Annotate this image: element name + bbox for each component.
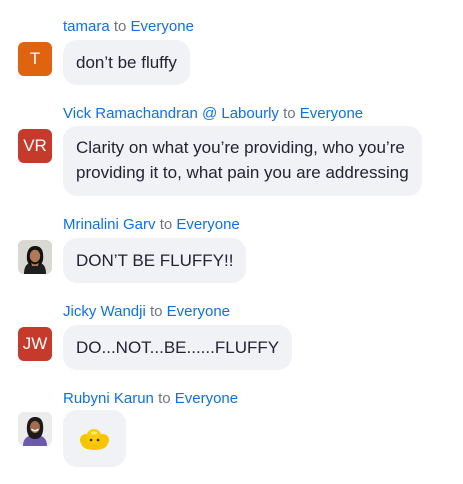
sender-name[interactable]: Mrinalini Garv — [63, 216, 156, 233]
message-header: Mrinalini Garv to Everyone — [63, 216, 240, 234]
avatar: T — [18, 42, 52, 76]
chat-message-list: tamara to Everyone T don’t be fluffy Vic… — [0, 0, 463, 484]
message-header: tamara to Everyone — [63, 18, 194, 36]
message-line: providing it to, what pain you are addre… — [76, 163, 409, 182]
recipient-name[interactable]: Everyone — [175, 390, 238, 407]
sender-name[interactable]: Rubyni Karun — [63, 390, 154, 407]
profile-photo-icon — [18, 240, 52, 274]
yellow-cloud-emoji-icon — [80, 429, 109, 450]
to-label: to — [149, 303, 163, 320]
message-bubble: don’t be fluffy — [63, 40, 190, 85]
message-line: Clarity on what you’re providing, who yo… — [76, 138, 405, 157]
sender-name[interactable]: Jicky Wandji — [63, 303, 146, 320]
profile-photo-icon — [18, 412, 52, 446]
message-header: Vick Ramachandran @ Labourly to Everyone — [63, 105, 363, 123]
sender-name[interactable]: Vick Ramachandran @ Labourly — [63, 105, 279, 122]
message-bubble: DON’T BE FLUFFY!! — [63, 238, 247, 283]
recipient-name[interactable]: Everyone — [300, 105, 363, 122]
message-bubble: Clarity on what you’re providing, who yo… — [63, 126, 422, 196]
sender-name[interactable]: tamara — [63, 18, 110, 35]
avatar: JW — [18, 327, 52, 361]
message-header: Jicky Wandji to Everyone — [63, 303, 230, 321]
message-header: Rubyni Karun to Everyone — [63, 390, 238, 408]
recipient-name[interactable]: Everyone — [167, 303, 230, 320]
message-bubble: DO...NOT...BE......FLUFFY — [63, 325, 293, 370]
recipient-name[interactable]: Everyone — [176, 216, 239, 233]
to-label: to — [283, 105, 296, 122]
avatar: VR — [18, 129, 52, 163]
to-label: to — [113, 18, 127, 35]
message-bubble — [63, 410, 126, 467]
recipient-name[interactable]: Everyone — [131, 18, 194, 35]
to-label: to — [158, 390, 171, 407]
to-label: to — [159, 216, 173, 233]
